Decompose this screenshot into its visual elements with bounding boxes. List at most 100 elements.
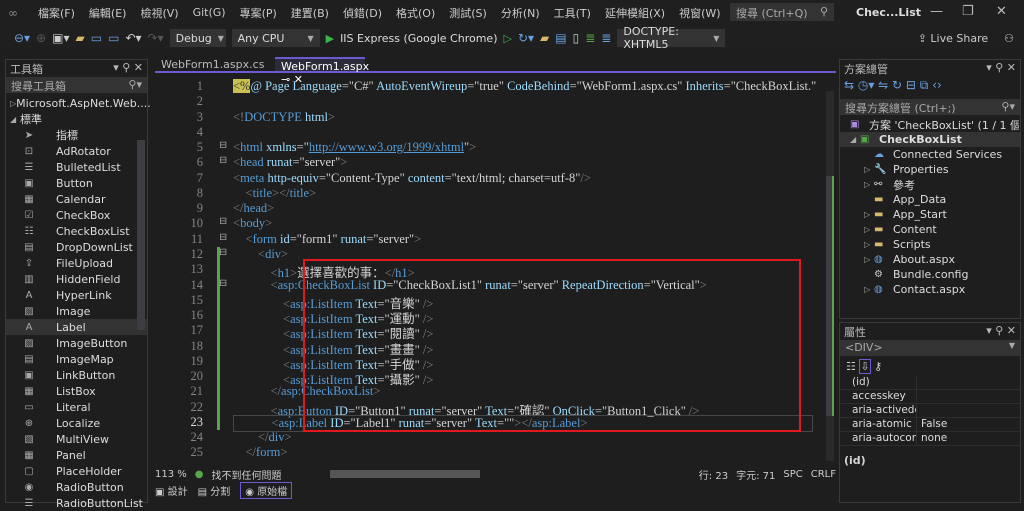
restore-button[interactable]: ❐ xyxy=(962,4,974,19)
platform-select[interactable]: Any CPU ▼ xyxy=(231,29,320,47)
expander-icon[interactable]: ▷ xyxy=(864,285,874,294)
toolbox-item[interactable]: ☷ CheckBoxList xyxy=(6,223,147,239)
code-line[interactable]: 6 <head runat="server"> ⊟ xyxy=(155,155,820,170)
code-line[interactable]: 4 xyxy=(155,125,820,140)
save-icon[interactable]: ▭ xyxy=(91,31,102,45)
menu-item[interactable]: 編輯(E) xyxy=(89,5,127,21)
solution-root[interactable]: ▣ 方案 'CheckBoxList' (1 / 1 個專案) xyxy=(840,117,1020,132)
toolbox-item[interactable]: ▦ ListBox xyxy=(6,383,147,399)
property-row[interactable]: aria-activedescendant xyxy=(840,404,1020,418)
property-row[interactable]: (id) xyxy=(840,376,1020,390)
tab-webform1-aspx-cs[interactable]: WebForm1.aspx.cs xyxy=(155,57,275,71)
undo-icon[interactable]: ↶▾ xyxy=(125,31,141,45)
expander-icon[interactable]: ▷ xyxy=(864,225,874,234)
expander-icon[interactable]: ▷ xyxy=(864,255,874,264)
expander-icon[interactable]: ▷ xyxy=(864,180,874,189)
toolbox-item[interactable]: A Label xyxy=(6,319,147,335)
toolbox-item[interactable]: ▣ Button xyxy=(6,175,147,191)
live-share-button[interactable]: ⇪ Live Share xyxy=(918,32,988,45)
code-line[interactable]: 10 <body> ⊟ xyxy=(155,216,820,231)
menu-item[interactable]: 格式(O) xyxy=(396,5,435,21)
window-icon[interactable]: ▤ xyxy=(555,31,566,45)
editor-scrollbar[interactable] xyxy=(826,91,834,461)
forward-icon[interactable]: ⊕ xyxy=(36,31,46,45)
code-line[interactable]: 1 <%@ Page Language="C#" AutoEventWireup=… xyxy=(155,79,820,94)
collapse-icon[interactable]: ⊟ xyxy=(219,278,227,289)
back-icon[interactable]: ⊖▾ xyxy=(14,31,30,45)
toolbox-item[interactable]: ▣ LinkButton xyxy=(6,367,147,383)
collapse-icon[interactable]: ⊟ xyxy=(219,140,227,151)
property-row[interactable]: accesskey xyxy=(840,390,1020,404)
menu-item[interactable]: 視窗(W) xyxy=(679,5,720,21)
solution-toolbar[interactable]: ⇆ ◷▾ ⇋ ↻ ⊟ ⧉ ‹› xyxy=(840,75,1020,97)
save-all-icon[interactable]: ▭ xyxy=(108,31,119,45)
object-select[interactable]: <DIV> ▼ xyxy=(840,340,1020,356)
menu-item[interactable]: 延伸模組(X) xyxy=(605,5,665,21)
solution-item[interactable]: ▷ ⚯ 參考 xyxy=(840,177,1020,192)
refresh-icon[interactable]: ↻▾ xyxy=(518,31,534,45)
menu-item[interactable]: 檔案(F) xyxy=(38,5,75,21)
toolbox-item[interactable]: ☰ RadioButtonList xyxy=(6,495,147,511)
property-value[interactable] xyxy=(916,376,921,389)
solution-item[interactable]: ▷ ▬ App_Start xyxy=(840,207,1020,222)
configuration-select[interactable]: Debug ▼ xyxy=(169,29,226,47)
toolbox-scrollbar[interactable] xyxy=(137,140,145,330)
toolbox-group[interactable]: ▷ Microsoft.AspNet.Web.... xyxy=(6,95,151,111)
menu-item[interactable]: 工具(T) xyxy=(554,5,591,21)
panel-controls[interactable]: ▾ ⚲ ✕ xyxy=(986,324,1016,337)
properties-toolbar[interactable]: ☷ ⇩ ⚷ xyxy=(840,358,1020,376)
toolbox-item[interactable]: ▨ ImageButton xyxy=(6,335,147,351)
property-value[interactable] xyxy=(916,390,921,403)
collapse-icon[interactable]: ⊟ xyxy=(219,232,227,243)
run-button[interactable]: IIS Express (Google Chrome) xyxy=(340,32,497,45)
expander-icon[interactable]: ▷ xyxy=(864,210,874,219)
document-icon[interactable]: ▯ xyxy=(573,31,580,45)
property-value[interactable]: False xyxy=(916,418,947,431)
zoom-level[interactable]: 113 % xyxy=(155,469,187,480)
property-value[interactable]: none xyxy=(916,432,947,445)
code-line[interactable]: 25 </form> xyxy=(155,445,820,460)
code-line[interactable]: 2 xyxy=(155,94,820,109)
toolbox-item[interactable]: ⊡ AdRotator xyxy=(6,143,147,159)
toolbox-item[interactable]: ▧ MultiView xyxy=(6,431,147,447)
start-without-debug-icon[interactable]: ▷ xyxy=(504,32,512,45)
code-line[interactable]: 24 </div> xyxy=(155,430,820,445)
toolbox-item[interactable]: ▨ Image xyxy=(6,303,147,319)
toolbox-item[interactable]: ☑ CheckBox xyxy=(6,207,147,223)
menu-item[interactable]: 分析(N) xyxy=(501,5,540,21)
property-value[interactable] xyxy=(916,404,921,417)
toolbox-item[interactable]: ⇪ FileUpload xyxy=(6,255,147,271)
toolbox-search-input[interactable]: 搜尋工具箱 ⚲▾ xyxy=(6,77,147,93)
solution-item[interactable]: ☁ Connected Services xyxy=(840,147,1020,162)
collapse-icon[interactable]: ⊟ xyxy=(219,216,227,227)
tab-split[interactable]: ▤ 分割 xyxy=(198,483,231,498)
code-line[interactable]: 7 <meta http-equiv="Content-Type" content… xyxy=(155,171,820,186)
play-icon[interactable]: ▶ xyxy=(326,32,334,45)
menu-item[interactable]: 偵錯(D) xyxy=(343,5,382,21)
tab-webform1-aspx[interactable]: WebForm1.aspx ⊸ ✕ xyxy=(275,57,369,86)
solution-item[interactable]: ▬ App_Data xyxy=(840,192,1020,207)
outdent-icon[interactable]: ≣ xyxy=(601,31,611,45)
code-line[interactable]: 3 <!DOCTYPE html> xyxy=(155,110,820,125)
toolbox-item[interactable]: ☰ BulletedList xyxy=(6,159,147,175)
code-line[interactable]: 11 <form id="form1" runat="server"> ⊟ xyxy=(155,232,820,247)
solution-item[interactable]: ▷ ◍ About.aspx xyxy=(840,252,1020,267)
panel-controls[interactable]: ▾ ⚲ ✕ xyxy=(113,61,143,74)
toolbox-item[interactable]: ▦ Panel xyxy=(6,447,147,463)
solution-item[interactable]: ▷ ▬ Scripts xyxy=(840,237,1020,252)
new-project-icon[interactable]: ▣▾ xyxy=(52,31,69,45)
toolbox-item[interactable]: ▦ Calendar xyxy=(6,191,147,207)
menu-item[interactable]: Git(G) xyxy=(193,6,226,19)
code-line[interactable]: 5 <html xmlns="http://www.w3.org/1999/xht… xyxy=(155,140,820,155)
project-node[interactable]: ◢ ▣ CheckBoxList xyxy=(840,132,1020,147)
toolbox-item[interactable]: ▤ DropDownList xyxy=(6,239,147,255)
solution-item[interactable]: ▷ ▬ Content xyxy=(840,222,1020,237)
expander-icon[interactable]: ▷ xyxy=(864,240,874,249)
menu-item[interactable]: 檢視(V) xyxy=(140,5,178,21)
tab-design[interactable]: ▣ 設計 xyxy=(155,483,188,498)
toolbox-item[interactable]: ⊕ Localize xyxy=(6,415,147,431)
toolbox-item[interactable]: ➤ 指標 xyxy=(6,127,147,143)
tab-source[interactable]: ◉ 原始檔 xyxy=(240,481,293,499)
toolbox-item[interactable]: ▥ HiddenField xyxy=(6,271,147,287)
code-line[interactable]: 8 <title></title> xyxy=(155,186,820,201)
